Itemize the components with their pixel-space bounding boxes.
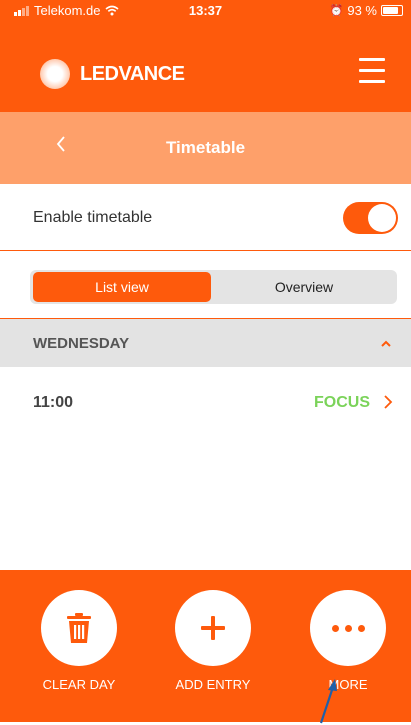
more-circle <box>310 590 386 666</box>
enable-timetable-toggle[interactable] <box>343 202 398 234</box>
add-entry-button[interactable]: ADD ENTRY <box>158 590 268 692</box>
enable-timetable-row: Enable timetable <box>0 184 411 251</box>
add-entry-circle <box>175 590 251 666</box>
toggle-knob <box>368 204 396 232</box>
more-button[interactable]: MORE <box>293 590 403 692</box>
clear-day-circle <box>41 590 117 666</box>
pointer-arrow-icon <box>319 679 337 724</box>
clear-day-button[interactable]: CLEAR DAY <box>24 590 134 692</box>
entry-time: 11:00 <box>33 394 74 411</box>
battery-icon <box>381 5 403 16</box>
plus-icon <box>201 616 225 640</box>
clear-day-label: CLEAR DAY <box>42 677 116 692</box>
add-entry-label: ADD ENTRY <box>175 677 251 692</box>
trash-icon <box>67 613 91 643</box>
page-title: Timetable <box>165 138 246 157</box>
app-header: LEDVANCE <box>0 42 411 112</box>
brand-logo: LEDVANCE <box>40 59 185 89</box>
ledvance-logo-icon <box>40 59 70 89</box>
more-dots-icon <box>331 624 365 632</box>
status-bar: Telekom.de 13:37 ⏰ 93 % <box>0 0 411 42</box>
chevron-right-icon <box>384 395 393 409</box>
status-right: ⏰ 93 % <box>330 3 403 18</box>
view-switch: List view Overview <box>30 270 397 304</box>
battery-percent: 93 % <box>347 3 377 18</box>
title-bar: Timetable <box>0 112 411 184</box>
schedule-entry-row[interactable]: 11:00 FOCUS <box>0 367 411 439</box>
bottom-action-bar: CLEAR DAY ADD ENTRY MORE <box>0 570 411 722</box>
tab-overview[interactable]: Overview <box>213 272 395 302</box>
more-label: MORE <box>328 677 368 692</box>
day-section-header[interactable]: WEDNESDAY <box>0 319 411 367</box>
entry-mode: FOCUS <box>314 394 370 411</box>
hamburger-menu-icon[interactable] <box>359 58 385 84</box>
chevron-up-icon <box>381 340 391 347</box>
day-label: WEDNESDAY <box>33 335 130 352</box>
alarm-icon: ⏰ <box>329 5 344 17</box>
tab-list-view[interactable]: List view <box>33 272 211 302</box>
enable-timetable-label: Enable timetable <box>33 209 153 226</box>
brand-name: LEDVANCE <box>80 62 185 85</box>
